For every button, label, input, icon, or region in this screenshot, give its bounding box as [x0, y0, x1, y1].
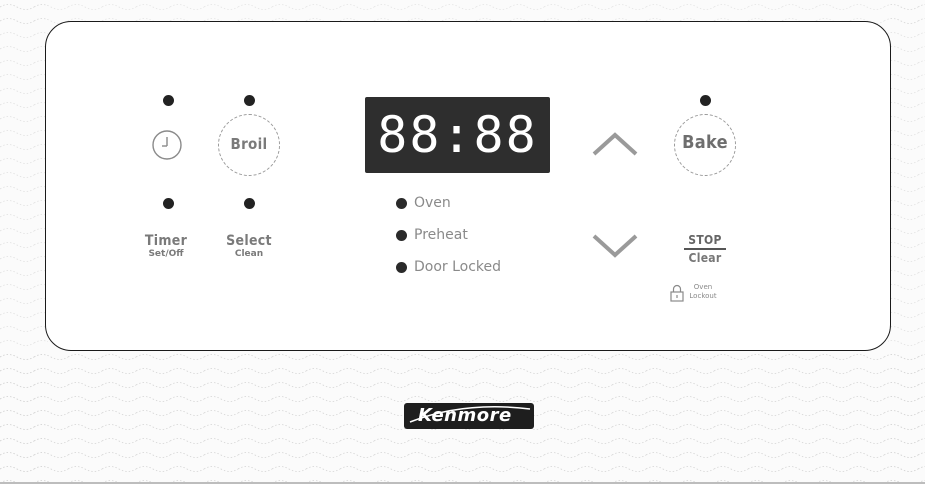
select-sub-label[interactable]: Clean	[218, 249, 280, 259]
indicator-label: Door Locked	[414, 259, 502, 275]
broil-label[interactable]: Broil	[218, 135, 280, 153]
oven-lockout-label-line1: Oven	[693, 283, 713, 291]
indicator-door-locked: Door Locked	[396, 259, 536, 276]
clock-icon[interactable]	[150, 128, 184, 162]
display-digits: 88:88	[377, 106, 538, 164]
bake-label[interactable]: Bake	[670, 132, 740, 153]
padlock-icon	[670, 284, 684, 302]
timer-label[interactable]: Timer	[135, 233, 197, 249]
timer-top-indicator-dot	[163, 95, 174, 106]
select-label[interactable]: Select	[218, 233, 280, 249]
brand-name: Kenmore	[418, 405, 512, 426]
control-panel	[45, 21, 891, 351]
clear-label[interactable]: Clear	[670, 251, 740, 265]
indicator-dot	[396, 198, 407, 209]
bake-indicator-dot	[700, 95, 711, 106]
indicator-dot	[396, 262, 407, 273]
indicator-oven: Oven	[396, 195, 536, 212]
indicator-label: Preheat	[414, 227, 468, 243]
chevron-up-icon[interactable]	[590, 130, 640, 158]
indicator-preheat: Preheat	[396, 227, 536, 244]
stop-clear-divider	[684, 248, 726, 250]
timer-bottom-indicator-dot	[163, 198, 174, 209]
kenmore-logo: Kenmore	[404, 403, 534, 429]
broil-top-indicator-dot	[244, 95, 255, 106]
clock-display: 88:88	[365, 97, 550, 173]
select-indicator-dot	[244, 198, 255, 209]
indicator-dot	[396, 230, 407, 241]
indicator-label: Oven	[414, 195, 451, 211]
timer-sub-label[interactable]: Set/Off	[135, 249, 197, 259]
chevron-down-icon[interactable]	[590, 232, 640, 260]
stop-label[interactable]: STOP	[670, 233, 740, 247]
oven-lockout-label-line2: Lockout	[689, 292, 717, 300]
